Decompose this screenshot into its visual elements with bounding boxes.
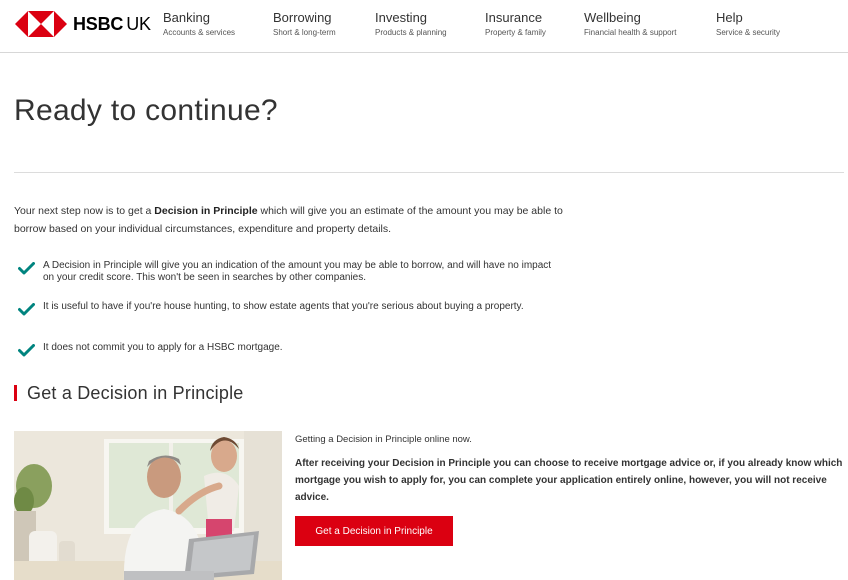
nav-borrowing[interactable]: Borrowing Short & long-term — [273, 10, 336, 39]
nav-borrowing-subtitle: Short & long-term — [273, 28, 336, 37]
benefit-text: A Decision in Principle will give you an… — [43, 260, 552, 283]
nav-help-subtitle: Service & security — [716, 28, 781, 37]
divider — [14, 172, 844, 173]
nav-insurance-title: Insurance — [485, 10, 543, 25]
checkmark-icon — [18, 303, 35, 316]
get-decision-in-principle-button[interactable]: Get a Decision in Principle — [295, 516, 453, 546]
section-heading: Get a Decision in Principle — [14, 381, 244, 405]
nav-help[interactable]: Help Service & security — [716, 10, 780, 39]
nav-banking-subtitle: Accounts & services — [163, 28, 236, 37]
nav-insurance-subtitle: Property & family — [485, 28, 546, 37]
nav-investing[interactable]: Investing Products & planning — [375, 10, 447, 39]
nav-banking-title: Banking — [163, 10, 210, 25]
hsbc-hexagon-icon — [15, 11, 67, 37]
checkmark-icon — [18, 344, 35, 357]
section-accent-bar — [14, 385, 17, 401]
hsbc-logo[interactable]: HSBC UK — [15, 10, 151, 38]
brand-wordmark: HSBC UK — [73, 14, 151, 35]
intro-before: Your next step now is to get a — [14, 205, 155, 217]
benefit-text: It does not commit you to apply for a HS… — [43, 342, 283, 353]
site-header: HSBC UK Banking Accounts & services Borro… — [0, 0, 848, 53]
intro-bold: Decision in Principle — [154, 205, 258, 217]
intro-paragraph: Your next step now is to get a Decision … — [14, 202, 574, 238]
nav-borrowing-title: Borrowing — [273, 10, 332, 25]
cta-description: After receiving your Decision in Princip… — [295, 458, 843, 503]
nav-investing-title: Investing — [375, 10, 428, 25]
nav-wellbeing[interactable]: Wellbeing Financial health & support — [584, 10, 677, 39]
nav-banking[interactable]: Banking Accounts & services — [163, 10, 235, 39]
nav-help-title: Help — [716, 10, 743, 25]
couple-laptop-photo — [14, 431, 282, 580]
nav-insurance[interactable]: Insurance Property & family — [485, 10, 546, 39]
cta-subtitle: Getting a Decision in Principle online n… — [295, 434, 472, 445]
brand-name: HSBC — [73, 13, 124, 34]
nav-wellbeing-title: Wellbeing — [584, 10, 641, 25]
page-title: Ready to continue? — [14, 94, 278, 127]
checkmark-icon — [18, 262, 35, 275]
benefit-text: It is useful to have if you're house hun… — [43, 301, 524, 312]
section-title: Get a Decision in Principle — [27, 382, 244, 403]
brand-region: UK — [126, 13, 151, 34]
nav-investing-subtitle: Products & planning — [375, 28, 447, 37]
nav-wellbeing-subtitle: Financial health & support — [584, 28, 677, 37]
